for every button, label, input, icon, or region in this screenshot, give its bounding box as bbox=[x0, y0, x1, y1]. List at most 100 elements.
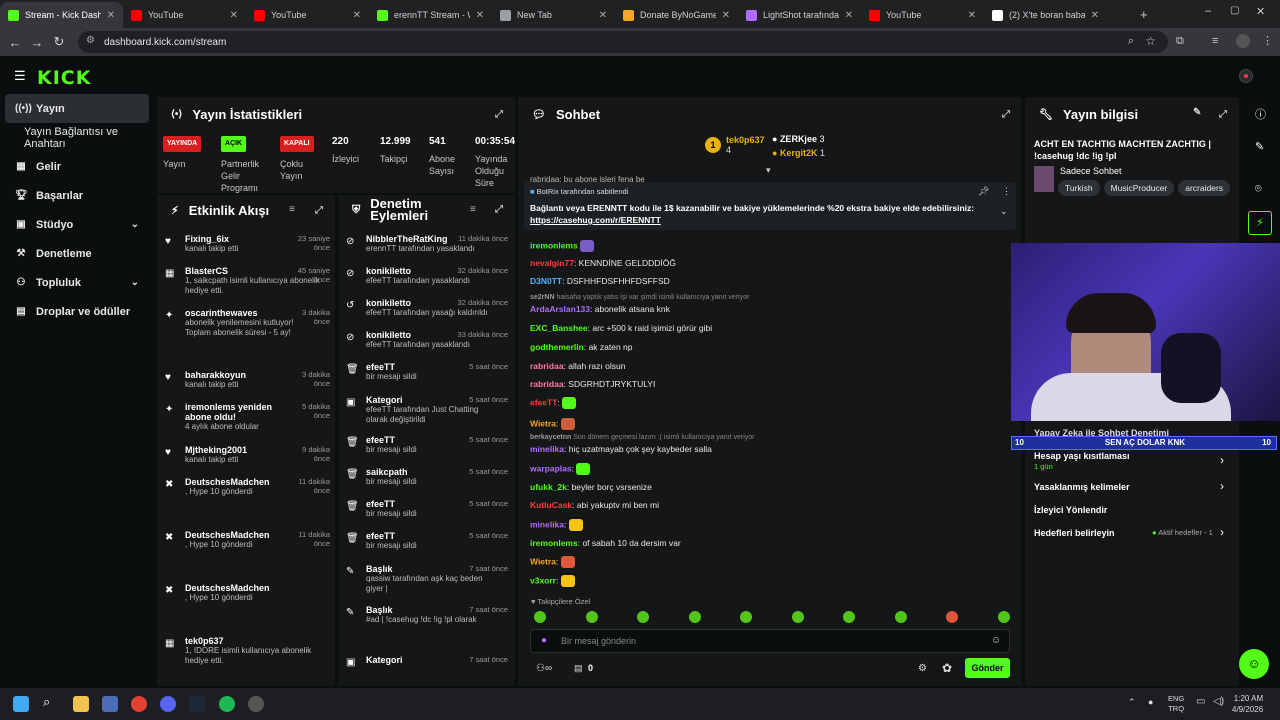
account-age-row[interactable]: Hesap yaşı kısıtlaması 1 gün bbox=[1034, 451, 1130, 471]
chat-input[interactable]: ● Bir mesaj gönderin ☺ bbox=[530, 629, 1010, 653]
chat-username[interactable]: nevalgin77 bbox=[530, 258, 574, 268]
tab-close-icon[interactable]: ✕ bbox=[968, 10, 976, 21]
quick-emote-icon[interactable] bbox=[534, 611, 546, 623]
goals-row[interactable]: Hedefleri belirleyin bbox=[1034, 528, 1115, 538]
hamburger-menu-icon[interactable]: ☰ bbox=[14, 68, 26, 84]
store-icon[interactable] bbox=[102, 696, 118, 712]
quick-emote-icon[interactable] bbox=[894, 611, 907, 623]
chat-username[interactable]: ArdaArslan133 bbox=[530, 304, 590, 314]
pinned-link[interactable]: https://casehug.com/r/ERENNTT bbox=[530, 215, 661, 225]
support-chat-button[interactable]: ☺ bbox=[1239, 649, 1269, 679]
chat-username[interactable]: berkaycetnn bbox=[530, 434, 571, 441]
chat-username[interactable]: rabridaa bbox=[530, 379, 564, 389]
tag-chip[interactable]: MusicProducer bbox=[1103, 180, 1175, 196]
chat-message[interactable]: se2rNN haisaha yaptık yatıs işi var şimd… bbox=[530, 294, 749, 301]
settings-gear-icon[interactable]: ⚙ bbox=[918, 663, 927, 674]
tab-close-icon[interactable]: ✕ bbox=[845, 10, 853, 21]
chat-username[interactable]: rabridaa bbox=[530, 361, 564, 371]
chat-message[interactable]: berkaycetnn Son dönem geçmesi lazım :( i… bbox=[530, 434, 754, 441]
collapse-icon[interactable]: ▾ bbox=[766, 165, 771, 176]
chat-message[interactable]: Wietra: bbox=[530, 556, 575, 568]
browser-tab[interactable]: YouTube ✕ bbox=[246, 2, 369, 28]
top-chatter-1[interactable]: tek0p637 4 bbox=[726, 135, 765, 155]
windows-start-icon[interactable] bbox=[13, 696, 29, 712]
mic-icon[interactable]: ● bbox=[541, 635, 547, 646]
chat-message[interactable]: iremonlems: of sabah 10 da dersim var bbox=[530, 538, 681, 548]
clock[interactable]: 1:20 AM 4/9/2026 bbox=[1232, 693, 1263, 715]
sidebar-item-studyo[interactable]: ▣ Stüdyo ⌄ bbox=[0, 210, 155, 239]
chat-message[interactable]: Wietra: bbox=[530, 418, 575, 430]
chat-username[interactable]: warpaplas bbox=[530, 463, 572, 473]
sidebar-item-denetleme[interactable]: ⚒ Denetleme bbox=[0, 239, 155, 268]
browser-tab[interactable]: YouTube ✕ bbox=[123, 2, 246, 28]
chat-username[interactable]: D3N0TT bbox=[530, 276, 562, 286]
chevron-right-icon[interactable]: › bbox=[1220, 453, 1224, 467]
steam-icon[interactable] bbox=[189, 696, 205, 712]
quick-emote-icon[interactable] bbox=[946, 611, 958, 623]
edit-pencil-icon[interactable]: ✎ bbox=[1193, 107, 1201, 118]
chat-message[interactable]: iremonlems bbox=[530, 240, 595, 252]
obs-icon[interactable] bbox=[248, 696, 264, 712]
language-indicator[interactable]: ENG TRQ bbox=[1168, 694, 1184, 714]
expand-icon[interactable]: ⤢ bbox=[1002, 109, 1010, 120]
mic-tray-icon[interactable]: ● bbox=[1148, 697, 1153, 707]
community-icon[interactable]: ✿ bbox=[942, 661, 952, 675]
chat-username[interactable]: minelika bbox=[530, 519, 564, 529]
info-icon[interactable]: ⓘ bbox=[1255, 106, 1266, 122]
pin-icon[interactable]: 📌︎ bbox=[978, 186, 989, 197]
spotify-icon[interactable] bbox=[219, 696, 235, 712]
browser-tab[interactable]: (2) X'te boran baba: ✕ bbox=[984, 2, 1107, 28]
browser-menu-icon[interactable]: ⋮ bbox=[1262, 34, 1273, 47]
chat-message[interactable]: EXC_Banshee: arc +500 k raid işimizi gör… bbox=[530, 323, 712, 333]
top-chatter-2[interactable]: ● ZERKjee 3 bbox=[772, 134, 824, 144]
chat-username[interactable]: godthemerlin bbox=[530, 342, 584, 352]
expand-icon[interactable]: ⤢ bbox=[495, 109, 503, 120]
chevron-down-icon[interactable]: ⌄ bbox=[1000, 206, 1008, 217]
quick-emote-icon[interactable] bbox=[740, 611, 752, 623]
file-explorer-icon[interactable] bbox=[73, 696, 89, 712]
chat-username[interactable]: ufukk_2k bbox=[530, 482, 567, 492]
chat-message[interactable]: minelika: bbox=[530, 519, 583, 531]
reading-list-icon[interactable]: ≡ bbox=[1212, 35, 1218, 47]
tab-close-icon[interactable]: ✕ bbox=[599, 10, 607, 21]
quick-emote-icon[interactable] bbox=[843, 611, 855, 623]
profile-avatar[interactable] bbox=[1236, 34, 1250, 48]
chat-username[interactable]: Wietra bbox=[530, 418, 556, 428]
site-info-icon[interactable]: ⚙ bbox=[86, 35, 95, 46]
kick-logo[interactable]: KICK bbox=[37, 67, 91, 89]
chat-message[interactable]: warpaplas: bbox=[530, 463, 591, 475]
tab-close-icon[interactable]: ✕ bbox=[230, 10, 238, 21]
tab-close-icon[interactable]: ✕ bbox=[476, 10, 484, 21]
tray-chevron-icon[interactable]: ⌃ bbox=[1128, 697, 1136, 708]
tab-close-icon[interactable]: ✕ bbox=[353, 10, 361, 21]
chat-username[interactable]: minelika bbox=[530, 444, 564, 454]
forward-icon[interactable]: → bbox=[26, 35, 48, 50]
chat-message[interactable]: KutluCask: abi yakuptv mi ben mi bbox=[530, 500, 659, 510]
send-button[interactable]: Gönder bbox=[965, 658, 1010, 678]
expand-icon[interactable]: ⤢ bbox=[1219, 109, 1227, 120]
browser-tab[interactable]: YouTube ✕ bbox=[861, 2, 984, 28]
chat-username[interactable]: KutluCask bbox=[530, 500, 572, 510]
quick-emote-icon[interactable] bbox=[688, 611, 701, 623]
chat-username[interactable]: se2rNN bbox=[530, 294, 555, 301]
maximize-icon[interactable]: ▢ bbox=[1230, 5, 1239, 16]
bookmark-star-icon[interactable]: ☆ bbox=[1145, 34, 1156, 48]
chat-message[interactable]: godthemerlin: ak zaten np bbox=[530, 342, 633, 352]
sidebar-item-topluluk[interactable]: ⚇ Topluluk ⌄ bbox=[0, 268, 155, 297]
chat-username[interactable]: v3xorr bbox=[530, 575, 556, 585]
expand-icon[interactable]: ⤢ bbox=[495, 204, 503, 216]
browser-tab[interactable]: LightShot tarafından ✕ bbox=[738, 2, 861, 28]
more-options-icon[interactable]: ⋮ bbox=[1002, 186, 1011, 197]
extensions-icon[interactable]: ⧉ bbox=[1176, 35, 1184, 48]
tab-close-icon[interactable]: ✕ bbox=[722, 10, 730, 21]
browser-tab[interactable]: Donate ByNoGame - ✕ bbox=[615, 2, 738, 28]
sidebar-item-gelir[interactable]: ▦ Gelir bbox=[0, 152, 155, 181]
url-field[interactable]: ⚙ dashboard.kick.com/stream ⌕ ☆ bbox=[78, 31, 1168, 53]
gift-icon[interactable]: ▤ bbox=[574, 663, 583, 674]
banned-words-row[interactable]: Yasaklanmış kelimeler bbox=[1034, 482, 1130, 492]
emoji-icon[interactable]: ☺ bbox=[991, 635, 1001, 646]
camera-icon[interactable]: ⌾ bbox=[1255, 183, 1262, 196]
minimize-icon[interactable]: – bbox=[1205, 5, 1211, 17]
chat-username[interactable]: EXC_Banshee bbox=[530, 323, 588, 333]
chat-message[interactable]: D3N0TT: DSFHHFDSFHHFDSFFSD bbox=[530, 276, 670, 286]
